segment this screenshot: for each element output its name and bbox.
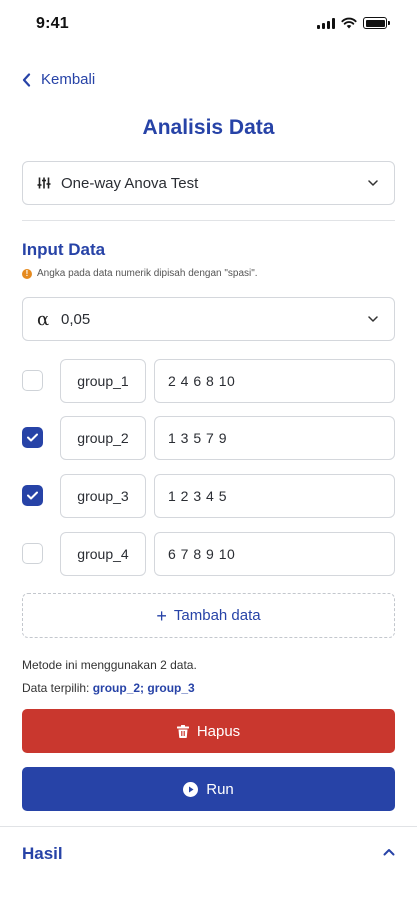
group-checkbox[interactable] (22, 370, 43, 391)
battery-icon (363, 17, 390, 29)
section-divider (22, 220, 395, 221)
group-row: group_3 1 2 3 4 5 (22, 474, 395, 518)
method-info: Metode ini menggunakan 2 data. (22, 658, 197, 672)
group-name-field[interactable]: group_2 (60, 416, 146, 460)
add-data-button[interactable]: + Tambah data (22, 593, 395, 638)
group-values-field[interactable]: 2 4 6 8 10 (154, 359, 395, 403)
group-row: group_2 1 3 5 7 9 (22, 416, 395, 460)
cellular-signal-icon (317, 17, 335, 29)
status-time: 9:41 (36, 15, 69, 32)
back-label: Kembali (41, 71, 96, 88)
run-button[interactable]: Run (22, 767, 395, 811)
info-icon: ! (22, 268, 32, 279)
back-button[interactable]: Kembali (22, 71, 95, 88)
wifi-icon (341, 17, 357, 29)
input-section-title: Input Data (22, 240, 106, 259)
selected-info: Data terpilih: group_2; group_3 (22, 681, 195, 695)
run-label: Run (206, 780, 234, 798)
plus-icon: + (156, 605, 167, 626)
input-hint-text: Angka pada data numerik dipisah dengan "… (37, 268, 258, 279)
group-checkbox-checked[interactable] (22, 427, 43, 448)
group-values-field[interactable]: 6 7 8 9 10 (154, 532, 395, 576)
selected-groups: group_2; group_3 (92, 681, 195, 695)
trash-icon (176, 724, 189, 738)
group-name-field[interactable]: group_1 (60, 359, 146, 403)
result-panel-header[interactable]: Hasil (0, 827, 417, 879)
test-select[interactable]: One-way Anova Test (22, 161, 395, 205)
test-select-value: One-way Anova Test (61, 174, 199, 192)
add-data-label: Tambah data (173, 607, 261, 624)
result-title: Hasil (22, 844, 63, 863)
alpha-select[interactable]: α 0,05 (22, 297, 395, 341)
delete-label: Hapus (196, 722, 241, 740)
group-name-field[interactable]: group_4 (60, 532, 146, 576)
selected-prefix: Data terpilih: (22, 681, 90, 695)
alpha-symbol: α (37, 308, 50, 330)
play-circle-icon (183, 781, 199, 797)
group-checkbox[interactable] (22, 543, 43, 564)
delete-button[interactable]: Hapus (22, 709, 395, 753)
group-values-field[interactable]: 1 2 3 4 5 (154, 474, 395, 518)
group-checkbox-checked[interactable] (22, 485, 43, 506)
chevron-down-icon (366, 316, 380, 322)
filter-sliders-icon (37, 176, 61, 190)
group-row: group_4 6 7 8 9 10 (22, 532, 395, 576)
status-bar: 9:41 (0, 0, 417, 48)
page-title: Analisis Data (142, 116, 275, 139)
status-icons (317, 17, 390, 29)
chevron-down-icon (366, 180, 380, 186)
group-name-field[interactable]: group_3 (60, 474, 146, 518)
input-hint: ! Angka pada data numerik dipisah dengan… (22, 268, 258, 279)
chevron-left-icon (22, 72, 31, 87)
chevron-up-icon (383, 849, 395, 856)
group-values-field[interactable]: 1 3 5 7 9 (154, 416, 395, 460)
alpha-value: 0,05 (61, 310, 91, 328)
group-row: group_1 2 4 6 8 10 (22, 359, 395, 403)
